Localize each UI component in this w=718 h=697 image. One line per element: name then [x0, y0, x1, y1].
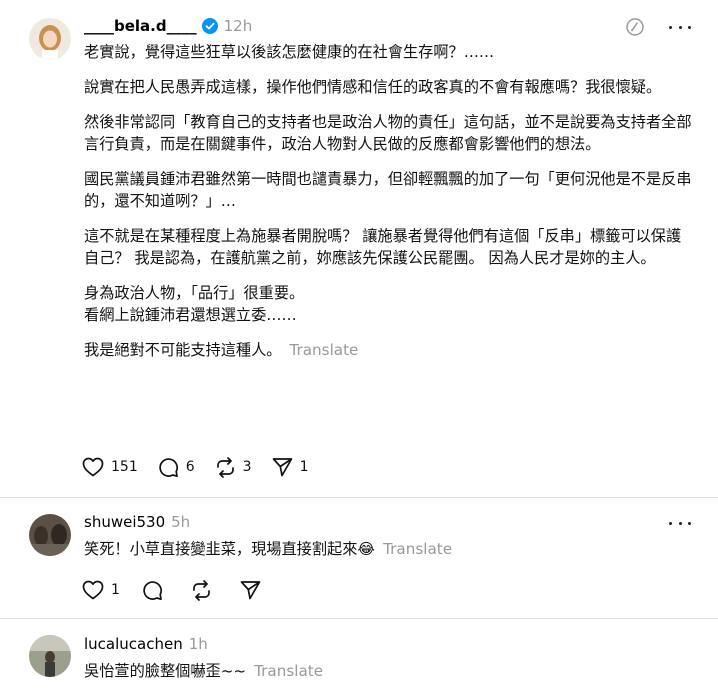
paragraph: 說實在把人民愚弄成這樣，操作他們情感和信任的政客真的不會有報應嗎？我很懷疑。: [84, 78, 662, 96]
divider: [0, 497, 718, 498]
like-button[interactable]: 151: [82, 457, 138, 477]
reply-time: 1h: [188, 635, 208, 653]
share-icon: [272, 458, 292, 477]
repost-icon: [216, 456, 234, 478]
heart-icon: [82, 457, 104, 477]
reply-header: shuwei530 5h: [84, 512, 190, 532]
reply-text-line: 笑死！小草直接變韭菜，現場直接割起來😂 Translate: [84, 538, 694, 560]
paragraph: 看網上說鍾沛君還想選立委……: [84, 306, 297, 324]
share-button[interactable]: [240, 580, 261, 600]
divider: [0, 618, 718, 619]
translate-link[interactable]: Translate: [289, 341, 358, 359]
comment-button[interactable]: [142, 580, 163, 601]
paragraph: 然後非常認同「教育自己的支持者也是政治人物的責任」這句話，並不是說要為支持者全部…: [84, 113, 692, 153]
previous-post-edge: [0, 0, 718, 6]
reply-body: 笑死！小草直接變韭菜，現場直接割起來😂 Translate: [84, 538, 694, 560]
avatar[interactable]: [29, 514, 71, 556]
like-button[interactable]: 1: [82, 580, 120, 600]
paragraph: 這不就是在某種程度上為施暴者開脫嗎？ 讓施暴者覺得他們有這個「反串」標籤可以保護…: [84, 227, 682, 267]
paragraph: 老實說，覺得這些狂草以後該怎麼健康的在社會生存啊？……: [84, 43, 495, 61]
avatar[interactable]: [29, 635, 71, 677]
more-icon[interactable]: [669, 17, 691, 37]
action-bar: 1: [82, 578, 281, 602]
paragraph: 我是絕對不可能支持這種人。 Translate: [84, 339, 694, 361]
post-body: 老實說，覺得這些狂草以後該怎麼健康的在社會生存啊？…… 說實在把人民愚弄成這樣，…: [84, 41, 694, 361]
verified-icon: [201, 18, 218, 34]
comment-icon: [143, 580, 162, 600]
repost-count: 3: [242, 459, 252, 475]
repost-button[interactable]: [191, 579, 212, 601]
edit-icon[interactable]: [625, 17, 645, 37]
reply-time: 5h: [171, 513, 191, 531]
username[interactable]: lucalucachen: [84, 635, 183, 653]
avatar[interactable]: [29, 18, 71, 60]
comment-count: 6: [185, 459, 195, 475]
reply-text: 笑死！小草直接變韭菜，現場直接割起來😂: [84, 540, 376, 558]
paragraph: 身為政治人物，「品行」很重要。: [84, 284, 305, 302]
heart-icon: [82, 580, 104, 600]
comment-button[interactable]: 6: [158, 457, 195, 478]
share-button[interactable]: 1: [272, 457, 309, 477]
paragraph-text: 我是絕對不可能支持這種人。: [84, 341, 282, 359]
action-bar: 151 6 3 1: [82, 455, 329, 479]
username[interactable]: shuwei530: [84, 513, 165, 531]
translate-link[interactable]: Translate: [254, 662, 323, 680]
post-header: ____bela.d____ 12h: [84, 16, 252, 36]
like-count: 1: [111, 582, 120, 598]
translate-link[interactable]: Translate: [383, 540, 452, 558]
more-icon[interactable]: [669, 513, 691, 533]
reply-text: 吳怡萱的臉整個嚇歪~~: [84, 662, 247, 680]
share-count: 1: [299, 459, 309, 475]
repost-icon: [193, 579, 210, 601]
post-time: 12h: [223, 17, 253, 35]
reply-header: lucalucachen 1h: [84, 634, 208, 654]
comment-icon: [159, 457, 178, 477]
paragraph: 國民黨議員鍾沛君雖然第一時間也譴責暴力，但卻輕飄飄的加了一句「更何況他是不是反串…: [84, 170, 692, 210]
reply-text-line: 吳怡萱的臉整個嚇歪~~ Translate: [84, 660, 694, 682]
repost-button[interactable]: 3: [215, 456, 252, 478]
share-icon: [240, 581, 261, 600]
reply-body: 吳怡萱的臉整個嚇歪~~ Translate: [84, 660, 694, 682]
like-count: 151: [111, 459, 138, 475]
username[interactable]: ____bela.d____: [84, 17, 197, 35]
